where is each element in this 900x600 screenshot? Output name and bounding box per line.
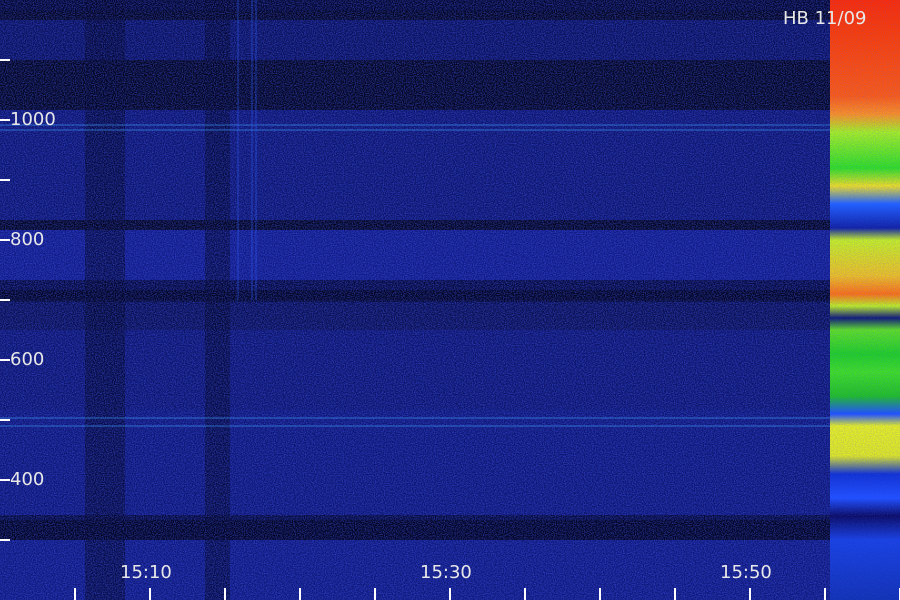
x-label-1530: 15:30 [420, 562, 472, 583]
y-label-600: 600 [10, 349, 44, 370]
station-date-label: HB 11/09 [783, 8, 866, 29]
spectrogram-image: 1000 800 600 400 15:10 15:30 15:50 HB 11… [0, 0, 900, 600]
y-label-800: 800 [10, 229, 44, 250]
y-label-400: 400 [10, 469, 44, 490]
x-label-1550: 15:50 [720, 562, 772, 583]
signal-column-texture [830, 0, 900, 600]
y-label-1000: 1000 [10, 109, 56, 130]
spectrogram-view: 1000 800 600 400 15:10 15:30 15:50 HB 11… [0, 0, 900, 600]
x-label-1510: 15:10 [120, 562, 172, 583]
noise-texture [0, 0, 830, 600]
